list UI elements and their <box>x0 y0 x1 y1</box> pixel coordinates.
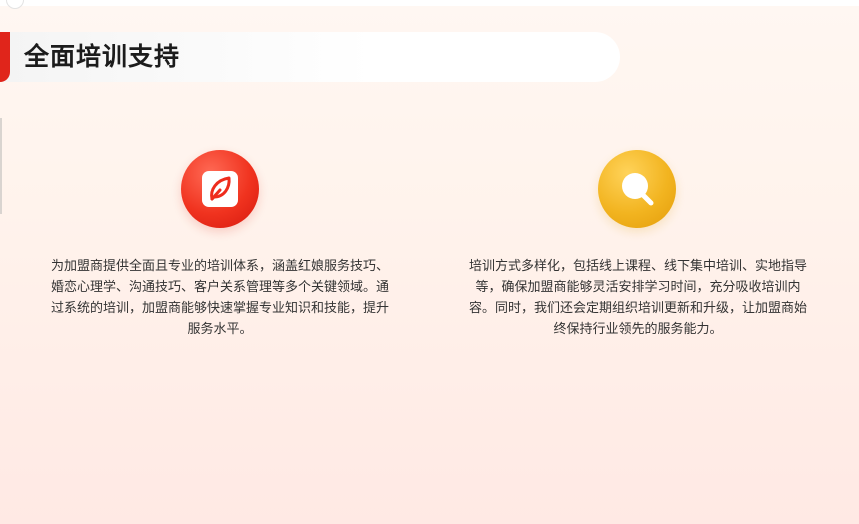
feature-description-training-system: 为加盟商提供全面且专业的培训体系，涵盖红娘服务技巧、婚恋心理学、沟通技巧、客户关… <box>50 259 389 337</box>
page-title: 全面培训支持 <box>24 42 181 71</box>
header-accent <box>0 32 10 82</box>
feature-description-training-methods: 培训方式多样化，包括线上课程、线下集中培训、实地指导等，确保加盟商能够灵活安排学… <box>468 259 807 337</box>
search-icon <box>598 150 676 228</box>
corner-handle[interactable] <box>6 0 24 9</box>
left-edge-marker <box>0 118 2 214</box>
leaf-card-icon <box>181 150 259 228</box>
header-banner: 全面培训支持 <box>0 32 620 82</box>
top-strip <box>0 0 859 6</box>
